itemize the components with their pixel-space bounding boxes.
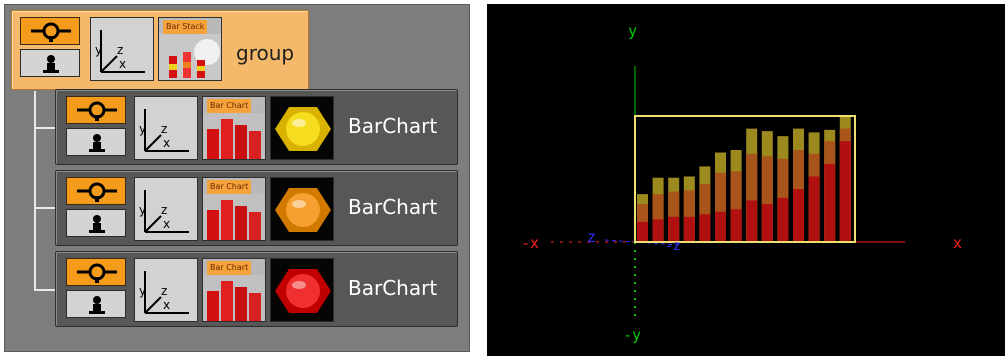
- axis-z-label: z: [117, 43, 123, 57]
- bar-chart-plugin-thumbnail[interactable]: Bar Chart: [202, 96, 266, 160]
- group-node[interactable]: y z x Bar Stack group: [11, 10, 309, 90]
- camera-person-button[interactable]: [66, 290, 126, 318]
- plugin-title: Bar Stack: [163, 20, 208, 34]
- eye-toggle-icon: [77, 263, 117, 283]
- bar-segment-low-8: [746, 200, 758, 242]
- selection-bounding-box: [634, 115, 856, 243]
- axis-z-label: z: [161, 203, 167, 217]
- visibility-toggle-button[interactable]: [66, 177, 126, 205]
- axis-x-label: x: [163, 217, 170, 231]
- scene-viewport[interactable]: y -y x -x z -z: [487, 4, 1005, 356]
- person-icon: [89, 215, 105, 233]
- visibility-toggle-button[interactable]: [66, 258, 126, 286]
- bar-segment-low-13: [824, 163, 836, 242]
- barchart-label[interactable]: BarChart: [348, 195, 437, 219]
- bar-segment-low-12: [808, 176, 820, 242]
- y-axis-label: y: [628, 22, 637, 40]
- axis-y-label: y: [139, 203, 146, 217]
- eye-toggle-icon: [77, 182, 117, 202]
- negative-x-axis-label: -x: [521, 234, 539, 252]
- bar-segment-low-2: [652, 219, 664, 242]
- visibility-toggle-button[interactable]: [66, 96, 126, 124]
- bar-stack-plugin-thumbnail[interactable]: Bar Stack: [158, 17, 222, 81]
- viewport-canvas: y -y x -x z -z: [521, 22, 962, 344]
- material-thumbnail[interactable]: [270, 177, 334, 241]
- tree-connector-vertical: [34, 91, 36, 291]
- camera-person-button[interactable]: [20, 49, 80, 77]
- barchart-label[interactable]: BarChart: [348, 276, 437, 300]
- camera-person-button[interactable]: [66, 128, 126, 156]
- barchart-node-2[interactable]: y z x Bar Chart BarChart: [55, 170, 458, 246]
- material-thumbnail[interactable]: [270, 96, 334, 160]
- axis-x-label: x: [163, 136, 170, 150]
- bar-segment-low-11: [793, 189, 804, 242]
- negative-y-axis-label: -y: [623, 326, 641, 344]
- xyz-axis-icon: y z x: [95, 30, 145, 73]
- axis-z-label: z: [161, 122, 167, 136]
- plugin-title: Bar Chart: [207, 180, 252, 194]
- axis-x-label: x: [163, 298, 170, 312]
- xyz-axis-icon: y z x: [139, 109, 189, 152]
- barchart-node-3[interactable]: y z x Bar Chart BarChart: [55, 251, 458, 327]
- bar-segment-low-4: [683, 216, 695, 242]
- person-icon: [89, 296, 105, 314]
- barchart-node-1[interactable]: y z x Bar Chart BarChart: [55, 89, 458, 165]
- node-buttons: [66, 177, 126, 237]
- transformation-thumbnail[interactable]: y z x: [134, 258, 198, 322]
- material-thumbnail[interactable]: [270, 258, 334, 322]
- tree-connector-h-1: [34, 127, 56, 129]
- bar-chart-plugin-thumbnail[interactable]: Bar Chart: [202, 177, 266, 241]
- axis-z-label: z: [161, 284, 167, 298]
- bar-segment-low-10: [777, 197, 789, 242]
- axis-y-label: y: [139, 122, 146, 136]
- bar-segment-low-14: [839, 141, 851, 242]
- group-node-buttons: [20, 17, 80, 77]
- axis-y-label: y: [95, 43, 102, 57]
- red-material-icon: [275, 269, 331, 313]
- person-icon: [43, 55, 59, 73]
- bar-segment-low-1: [637, 221, 648, 242]
- bar-segment-low-6: [715, 211, 726, 242]
- transformation-thumbnail[interactable]: y z x: [134, 96, 198, 160]
- node-buttons: [66, 96, 126, 156]
- barchart-label[interactable]: BarChart: [348, 114, 437, 138]
- tree-connector-h-2: [34, 207, 56, 209]
- eye-toggle-icon: [77, 101, 117, 121]
- tree-connector-h-3: [34, 289, 56, 291]
- x-axis-label: x: [953, 234, 962, 252]
- bar-segment-low-5: [699, 214, 711, 242]
- transformation-thumbnail[interactable]: y z x: [134, 177, 198, 241]
- xyz-axis-icon: y z x: [139, 271, 189, 314]
- transformation-thumbnail[interactable]: y z x: [90, 17, 154, 81]
- plugin-title: Bar Chart: [207, 261, 252, 275]
- bar-chart-plugin-thumbnail[interactable]: Bar Chart: [202, 258, 266, 322]
- visibility-toggle-button[interactable]: [20, 17, 80, 45]
- z-axis-label: z: [587, 228, 596, 246]
- axis-y-label: y: [139, 284, 146, 298]
- eye-toggle-icon: [31, 22, 71, 42]
- node-buttons: [66, 258, 126, 318]
- xyz-axis-icon: y z x: [139, 190, 189, 233]
- scene-tree-panel: y z x Bar Stack group y z x Bar Chart Ba…: [4, 4, 470, 352]
- camera-person-button[interactable]: [66, 209, 126, 237]
- bar-segment-low-7: [730, 209, 742, 242]
- yellow-material-icon: [275, 107, 331, 151]
- bar-segment-low-9: [761, 204, 773, 242]
- person-icon: [89, 134, 105, 152]
- negative-z-axis-label: -z: [665, 239, 681, 254]
- plugin-title: Bar Chart: [207, 99, 252, 113]
- orange-material-icon: [275, 188, 331, 232]
- axis-x-label: x: [119, 57, 126, 71]
- group-label[interactable]: group: [236, 41, 294, 65]
- bar-stack-3d: [637, 116, 851, 242]
